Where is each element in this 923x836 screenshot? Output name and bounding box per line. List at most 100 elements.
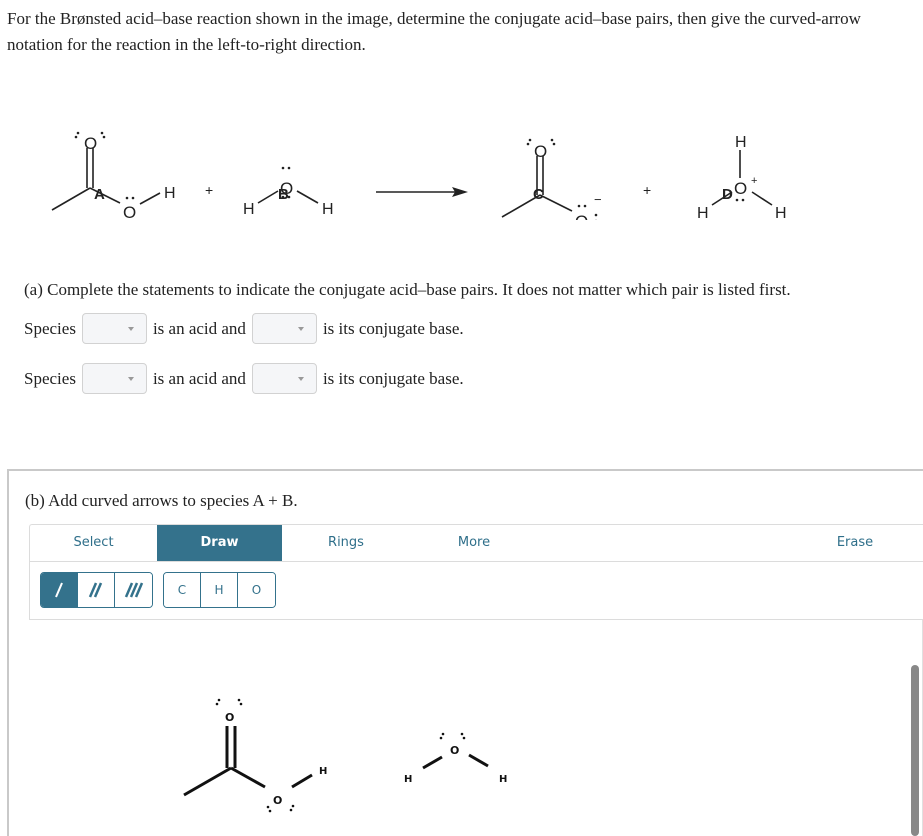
- tab-erase[interactable]: Erase: [790, 525, 920, 561]
- bond: [296, 190, 319, 204]
- triple-bond-button[interactable]: [115, 573, 152, 607]
- bond-tool-group: [40, 572, 153, 608]
- acid-species-dropdown[interactable]: [81, 363, 147, 394]
- lone-pair-dot: [281, 166, 285, 170]
- acid-text: is an acid and: [152, 318, 246, 338]
- canvas-species-b: H O H: [404, 732, 507, 785]
- chevron-down-icon: [297, 377, 304, 381]
- canvas-species-a: O O H: [183, 698, 327, 813]
- base-text: is its conjugate base.: [322, 318, 464, 338]
- question-intro: For the Brønsted acid–base reaction show…: [7, 9, 861, 54]
- tab-rings[interactable]: Rings: [282, 525, 410, 561]
- species-label: Species: [24, 318, 76, 338]
- structure-editor-toolbar: Select Draw Rings More Erase C H O: [29, 524, 923, 620]
- atom-h: H: [499, 774, 507, 785]
- bond: [230, 766, 266, 789]
- bond: [539, 194, 573, 212]
- lone-pair-dot: [74, 135, 78, 139]
- lone-pair-dot: [100, 131, 104, 135]
- atom-o: O: [734, 179, 747, 198]
- atom-o-button[interactable]: O: [238, 573, 275, 607]
- lone-pair-dot: [735, 198, 739, 202]
- species-label-b: B: [278, 186, 289, 203]
- atom-h-button[interactable]: H: [201, 573, 238, 607]
- chevron-down-icon: [127, 377, 134, 381]
- atom-o: O: [123, 203, 136, 220]
- bond: [751, 191, 773, 206]
- part-b-panel: (b) Add curved arrows to species A + B. …: [7, 469, 923, 836]
- lone-pair-dot: [741, 198, 745, 202]
- conjugate-pair-row: Species is an acid and is its conjugate …: [24, 313, 464, 344]
- single-bond-button[interactable]: [41, 573, 78, 607]
- atom-o: O: [273, 794, 282, 807]
- lone-pair-dot: [439, 736, 443, 740]
- lone-pair-dot: [215, 702, 219, 706]
- lone-pair-dot: [76, 131, 80, 135]
- bond: [139, 192, 161, 205]
- atom-h: H: [243, 201, 255, 218]
- double-bond-icon: [88, 582, 103, 598]
- chevron-down-icon: [297, 327, 304, 331]
- plus-sign: +: [643, 182, 651, 198]
- lone-pair-dot: [550, 138, 554, 142]
- atom-tool-group: C H O: [163, 572, 276, 608]
- species-label-c: C: [533, 186, 544, 203]
- chevron-down-icon: [127, 327, 134, 331]
- reaction-scheme: O O H A + H O H O O − + H: [51, 131, 787, 220]
- atom-h: H: [164, 185, 176, 202]
- lone-pair-dot: [552, 142, 556, 146]
- atom-h: H: [322, 201, 334, 218]
- atom-o: O: [84, 134, 97, 153]
- bond: [468, 753, 489, 768]
- lone-pair-dot: [462, 736, 466, 740]
- lone-pair-dot: [125, 196, 129, 200]
- reaction-arrow: [376, 187, 468, 197]
- tab-select[interactable]: Select: [30, 525, 157, 561]
- scrollbar-thumb[interactable]: [911, 665, 919, 836]
- lone-pair-dot: [217, 698, 221, 702]
- base-species-dropdown[interactable]: [251, 313, 317, 344]
- draw-tools: C H O: [40, 572, 276, 608]
- lone-pair-dot: [528, 138, 532, 142]
- editor-tabs: Select Draw Rings More Erase: [30, 525, 923, 562]
- species-a-structure: O O H A: [51, 131, 176, 220]
- lone-pair-dot: [131, 196, 135, 200]
- negative-charge: −: [594, 192, 602, 207]
- single-bond-icon: [55, 582, 63, 598]
- bond: [422, 755, 443, 770]
- part-b-prompt: (b) Add curved arrows to species A + B.: [25, 491, 298, 510]
- lone-pair-dot: [239, 702, 243, 706]
- atom-h: H: [319, 766, 327, 777]
- double-bond-button[interactable]: [78, 573, 115, 607]
- atom-o: O: [450, 744, 459, 757]
- lone-pair-dot: [102, 135, 106, 139]
- bond: [257, 190, 279, 204]
- drawing-canvas[interactable]: O O H H O H: [29, 621, 923, 836]
- lone-pair-dot: [291, 804, 295, 808]
- lone-pair-dot: [594, 213, 598, 217]
- atom-h: H: [697, 205, 709, 220]
- species-d-structure: H O + H H: [697, 134, 787, 220]
- atom-o: O: [225, 711, 234, 724]
- bond: [291, 773, 313, 789]
- atom-h: H: [404, 774, 412, 785]
- lone-pair-dot: [577, 204, 581, 208]
- base-text: is its conjugate base.: [322, 368, 464, 388]
- lone-pair-dot: [266, 805, 270, 809]
- atom-h: H: [735, 134, 747, 151]
- species-label: Species: [24, 368, 76, 388]
- conjugate-pair-row: Species is an acid and is its conjugate …: [24, 363, 464, 394]
- triple-bond-icon: [124, 582, 143, 598]
- atom-o: O: [575, 212, 588, 220]
- base-species-dropdown[interactable]: [251, 363, 317, 394]
- acid-species-dropdown[interactable]: [81, 313, 147, 344]
- positive-charge: +: [751, 175, 757, 187]
- lone-pair-dot: [237, 698, 241, 702]
- bond: [183, 766, 232, 797]
- lone-pair-dot: [289, 808, 293, 812]
- tab-draw[interactable]: Draw: [157, 525, 282, 561]
- species-label-a: A: [94, 186, 105, 203]
- atom-c-button[interactable]: C: [164, 573, 201, 607]
- tab-more[interactable]: More: [410, 525, 538, 561]
- plus-sign: +: [205, 182, 213, 198]
